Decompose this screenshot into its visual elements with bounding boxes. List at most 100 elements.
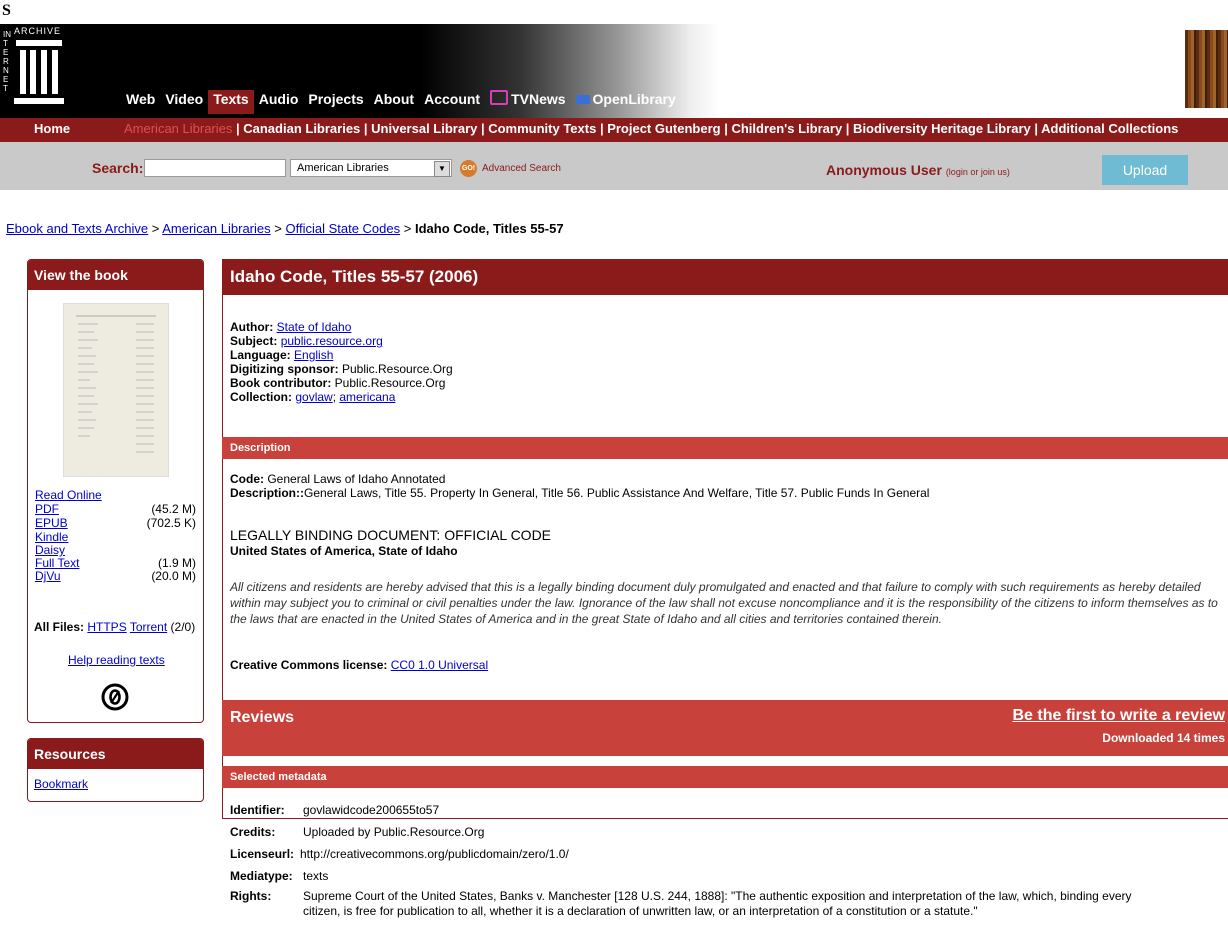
code-key: Code:	[230, 472, 264, 486]
collection-govlaw-link[interactable]: govlaw	[295, 390, 332, 404]
reviews-bar: Reviews Be the first to write a review D…	[222, 700, 1228, 756]
breadcrumb-sep: >	[403, 221, 412, 236]
chevron-down-icon: ▼	[434, 161, 450, 177]
nav-video[interactable]: Video	[160, 90, 208, 114]
home-link[interactable]: Home	[34, 118, 70, 140]
pdf-size: (45.2 M)	[151, 502, 196, 516]
description-key: Description::	[230, 486, 305, 500]
djvu-link[interactable]: DjVu	[35, 570, 61, 583]
openlibrary-icon	[575, 95, 590, 104]
book-page-thumbnail[interactable]	[63, 303, 169, 477]
nav-openlibrary[interactable]: OpenLibrary	[571, 90, 681, 114]
logo-word: ARCHIVE	[14, 26, 62, 36]
language-key: Language:	[230, 348, 291, 362]
breadcrumb-collection[interactable]: Official State Codes	[285, 221, 400, 236]
cc-license-link[interactable]: CC0 1.0 Universal	[391, 658, 488, 672]
search-input[interactable]	[144, 159, 286, 177]
reviews-title: Reviews	[230, 709, 295, 726]
cc-zero-icon[interactable]	[101, 683, 129, 711]
all-files: All Files: HTTPS Torrent (2/0)	[34, 620, 195, 634]
contributor-row: Book contributor: Public.Resource.Org	[230, 376, 445, 390]
contributor-value: Public.Resource.Org	[334, 376, 446, 390]
legal-subheading: United States of America, State of Idaho	[230, 544, 458, 558]
torrent-link[interactable]: Torrent	[130, 620, 167, 634]
upload-button[interactable]: Upload	[1102, 155, 1188, 185]
write-review-link[interactable]: Be the first to write a review	[1012, 707, 1225, 725]
breadcrumb: Ebook and Texts Archive > American Libra…	[6, 221, 564, 236]
tv-icon	[490, 90, 509, 105]
md-key: Mediatype:	[230, 869, 293, 883]
metadata-header: Selected metadata	[222, 766, 1228, 788]
md-value: Uploaded by Public.Resource.Org	[303, 825, 485, 839]
subject-key: Subject:	[230, 334, 278, 348]
login-link[interactable]: (login or join us)	[946, 167, 1010, 177]
nav-web[interactable]: Web	[121, 90, 160, 114]
resources-panel: Resources	[27, 738, 204, 802]
go-button[interactable]: GO!	[460, 160, 477, 177]
nav-about[interactable]: About	[369, 90, 419, 114]
item-title: Idaho Code, Titles 55-57 (2006)	[222, 259, 1228, 295]
md-key: Rights:	[230, 889, 272, 903]
md-key: Licenseurl:	[230, 847, 295, 861]
md-key: Identifier:	[230, 803, 285, 817]
breadcrumb-library[interactable]: American Libraries	[162, 221, 270, 236]
read-online-link[interactable]: Read Online	[35, 489, 102, 502]
nav-audio[interactable]: Audio	[254, 90, 304, 114]
advanced-search-link[interactable]: Advanced Search	[482, 163, 561, 174]
epub-size: (702.5 K)	[146, 516, 196, 530]
nav-account[interactable]: Account	[419, 90, 485, 114]
featured-books-image[interactable]	[1185, 30, 1228, 108]
language-row: Language: English	[230, 348, 333, 362]
nav-tvnews-label: TVNews	[511, 91, 566, 107]
description-header: Description	[222, 437, 1228, 459]
author-row: Author: State of Idaho	[230, 320, 351, 334]
anonymous-user-label: Anonymous User	[826, 162, 942, 178]
user-status: Anonymous User (login or join us)	[826, 162, 1010, 178]
md-key: Credits:	[230, 825, 276, 839]
https-link[interactable]: HTTPS	[87, 620, 126, 634]
nav-tvnews[interactable]: TVNews	[485, 90, 570, 114]
all-files-label: All Files:	[34, 620, 85, 634]
language-link[interactable]: English	[294, 348, 333, 362]
collection-americana-link[interactable]: americana	[339, 390, 395, 404]
help-reading-link[interactable]: Help reading texts	[68, 653, 165, 667]
view-book-title: View the book	[28, 260, 203, 290]
md-value-cont: citizen, is free for publication to all,…	[303, 904, 978, 918]
sponsor-value: Public.Resource.Org	[342, 362, 453, 376]
breadcrumb-root[interactable]: Ebook and Texts Archive	[6, 221, 148, 236]
description-row: Description::General Laws, Title 55. Pro…	[230, 486, 929, 500]
nav-texts[interactable]: Texts	[208, 90, 254, 114]
download-count: Downloaded 14 times	[1102, 731, 1225, 745]
breadcrumb-sep: >	[151, 221, 160, 236]
breadcrumb-current: Idaho Code, Titles 55-57	[414, 221, 564, 236]
nav-projects[interactable]: Projects	[303, 90, 368, 114]
archive-building-icon	[14, 40, 64, 104]
epub-link[interactable]: EPUB	[35, 517, 68, 530]
pdf-link[interactable]: PDF	[35, 503, 59, 516]
collection-key: Collection:	[230, 390, 292, 404]
bookmark-link[interactable]: Bookmark	[34, 777, 88, 791]
author-key: Author:	[230, 320, 274, 334]
code-value: General Laws of Idaho Annotated	[267, 472, 446, 486]
collection-links[interactable]: | Canadian Libraries | Universal Library…	[236, 121, 1178, 136]
search-collection-select[interactable]: American Libraries ▼	[290, 159, 452, 177]
legal-notice: All citizens and residents are hereby ad…	[230, 580, 1218, 626]
current-collection-link[interactable]: American Libraries	[124, 121, 232, 136]
sponsor-row: Digitizing sponsor: Public.Resource.Org	[230, 362, 453, 376]
author-link[interactable]: State of Idaho	[277, 320, 352, 334]
sponsor-key: Digitizing sponsor:	[230, 362, 339, 376]
cc-license-row: Creative Commons license: CC0 1.0 Univer…	[230, 658, 488, 672]
breadcrumb-sep: >	[274, 221, 282, 236]
contributor-key: Book contributor:	[230, 376, 332, 390]
search-select-value: American Libraries	[297, 162, 389, 174]
search-label: Search:	[92, 160, 144, 176]
code-row: Code: General Laws of Idaho Annotated	[230, 472, 445, 486]
nav-openlibrary-label: OpenLibrary	[592, 91, 676, 107]
subject-link[interactable]: public.resource.org	[281, 334, 383, 348]
md-value: http://creativecommons.org/publicdomain/…	[300, 847, 569, 861]
internet-archive-logo[interactable]: INTERNET ARCHIVE	[0, 24, 116, 118]
subject-row: Subject: public.resource.org	[230, 334, 383, 348]
page-lines	[76, 315, 156, 453]
description-value: General Laws, Title 55. Property In Gene…	[304, 486, 930, 500]
logo-vertical-text: INTERNET	[3, 30, 11, 93]
